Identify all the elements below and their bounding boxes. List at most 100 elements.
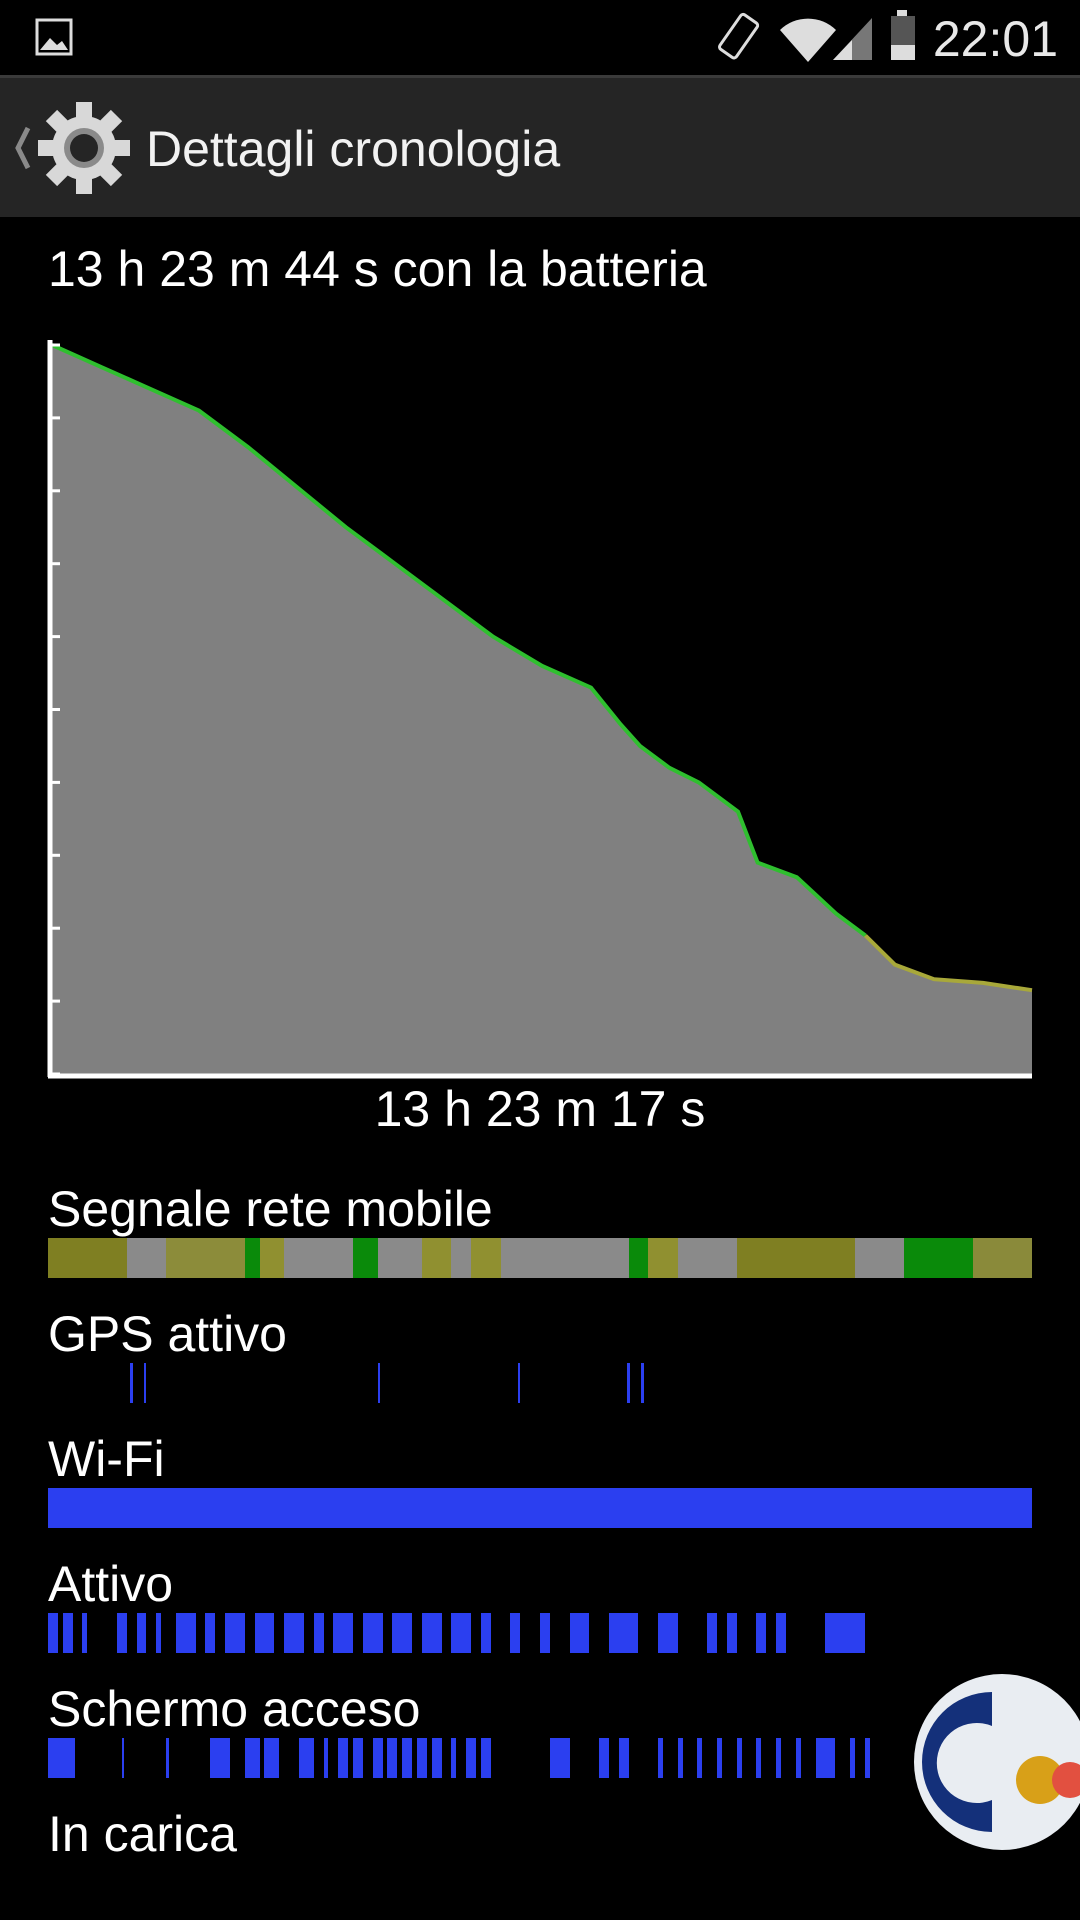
timeline-bar	[323, 1738, 329, 1778]
timeline-bar	[736, 1238, 855, 1278]
row-label-in-carica: In carica	[48, 1806, 237, 1862]
timeline-bar	[569, 1613, 590, 1653]
row-track-attivo	[48, 1613, 1032, 1653]
timeline-bar	[697, 1738, 703, 1778]
timeline-bar	[136, 1613, 147, 1653]
timeline-bar	[144, 1363, 147, 1403]
timeline-bar	[48, 1488, 1032, 1528]
timeline-bar	[82, 1613, 88, 1653]
timeline-bar	[795, 1738, 801, 1778]
timeline-bar	[333, 1613, 354, 1653]
timeline-bar	[402, 1738, 413, 1778]
timeline-bar	[480, 1613, 491, 1653]
timeline-bar	[707, 1613, 718, 1653]
timeline-bar	[628, 1238, 649, 1278]
timeline-bar	[225, 1613, 245, 1653]
timeline-bar	[451, 1613, 472, 1653]
row-track-gps-attivo	[48, 1363, 1032, 1403]
timeline-bar	[421, 1238, 452, 1278]
timeline-bar	[392, 1613, 413, 1653]
timeline-bar	[648, 1238, 678, 1278]
row-track-segnale-rete-mobile	[48, 1238, 1032, 1278]
timeline-bar	[353, 1738, 363, 1778]
timeline-bar	[849, 1738, 855, 1778]
timeline-bar	[776, 1613, 786, 1653]
timeline-bar	[608, 1613, 639, 1653]
timeline-bar	[387, 1738, 398, 1778]
timeline-bar	[121, 1738, 124, 1778]
row-label-schermo-acceso: Schermo acceso	[48, 1681, 421, 1737]
timeline-bar	[62, 1613, 73, 1653]
row-label-gps-attivo: GPS attivo	[48, 1306, 287, 1362]
timeline-bar	[451, 1738, 457, 1778]
timeline-bar	[126, 1238, 167, 1278]
timeline-bar	[626, 1363, 630, 1403]
timeline-bar	[254, 1613, 275, 1653]
timeline-bar	[904, 1238, 973, 1278]
timeline-bar	[864, 1738, 870, 1778]
timeline-bar	[156, 1613, 162, 1653]
timeline-bar	[421, 1613, 442, 1653]
timeline-bar	[471, 1238, 501, 1278]
timeline-bar	[264, 1738, 280, 1778]
timeline-bar	[736, 1738, 742, 1778]
timeline-bar	[175, 1613, 196, 1653]
chat-head-avatar[interactable]	[910, 1670, 1080, 1870]
timeline-bar	[658, 1738, 663, 1778]
timeline-bar	[756, 1738, 762, 1778]
timeline-bar	[677, 1738, 683, 1778]
timeline-bar	[48, 1738, 75, 1778]
timeline-bar	[658, 1613, 678, 1653]
timeline-bar	[825, 1613, 865, 1653]
timeline-bar	[377, 1363, 380, 1403]
timeline-bar	[353, 1238, 378, 1278]
timeline-bar	[641, 1363, 645, 1403]
row-track-wi-fi	[48, 1488, 1032, 1528]
timeline-bar	[518, 1363, 521, 1403]
timeline-bar	[510, 1613, 521, 1653]
timeline-bar	[372, 1738, 383, 1778]
timeline-bar	[166, 1238, 245, 1278]
timeline-bar	[48, 1238, 127, 1278]
row-label-segnale-rete-mobile: Segnale rete mobile	[48, 1181, 493, 1237]
timeline-bar	[776, 1738, 782, 1778]
battery-area	[52, 345, 1032, 1074]
timeline-bar	[205, 1613, 216, 1653]
graph-duration: 13 h 23 m 17 s	[374, 1081, 706, 1137]
timeline-bar	[480, 1738, 491, 1778]
timeline-bar	[298, 1738, 314, 1778]
row-track-schermo-acceso	[48, 1738, 1032, 1778]
timeline-bar	[756, 1613, 767, 1653]
timeline-bar	[377, 1238, 422, 1278]
timeline-bar	[540, 1613, 550, 1653]
timeline-bar	[362, 1613, 383, 1653]
timeline-bar	[284, 1613, 304, 1653]
timeline-bar	[417, 1738, 427, 1778]
timeline-bar	[599, 1738, 609, 1778]
timeline-bar	[210, 1738, 231, 1778]
timeline-bar	[854, 1238, 905, 1278]
timeline-bar	[116, 1613, 127, 1653]
timeline-bar	[48, 1613, 58, 1653]
timeline-bar	[717, 1738, 723, 1778]
timeline-bar	[618, 1738, 629, 1778]
timeline-bar	[166, 1738, 170, 1778]
timeline-bar	[244, 1738, 260, 1778]
row-track-in-carica	[48, 1863, 1032, 1903]
timeline-bar	[451, 1238, 472, 1278]
battery-chart	[47, 340, 1033, 1079]
timeline-bar	[338, 1738, 349, 1778]
timeline-bar	[284, 1238, 354, 1278]
row-label-attivo: Attivo	[48, 1556, 174, 1612]
timeline-bar	[466, 1738, 477, 1778]
row-label-wi-fi: Wi-Fi	[48, 1431, 165, 1487]
timeline-bar	[431, 1738, 442, 1778]
timeline-bar	[313, 1613, 324, 1653]
timeline-bar	[549, 1738, 570, 1778]
timeline-bar	[129, 1363, 133, 1403]
timeline-bar	[259, 1238, 285, 1278]
timeline-bar	[244, 1238, 260, 1278]
timeline-bar	[972, 1238, 1032, 1278]
timeline-bar	[815, 1738, 836, 1778]
timeline-bar	[726, 1613, 737, 1653]
